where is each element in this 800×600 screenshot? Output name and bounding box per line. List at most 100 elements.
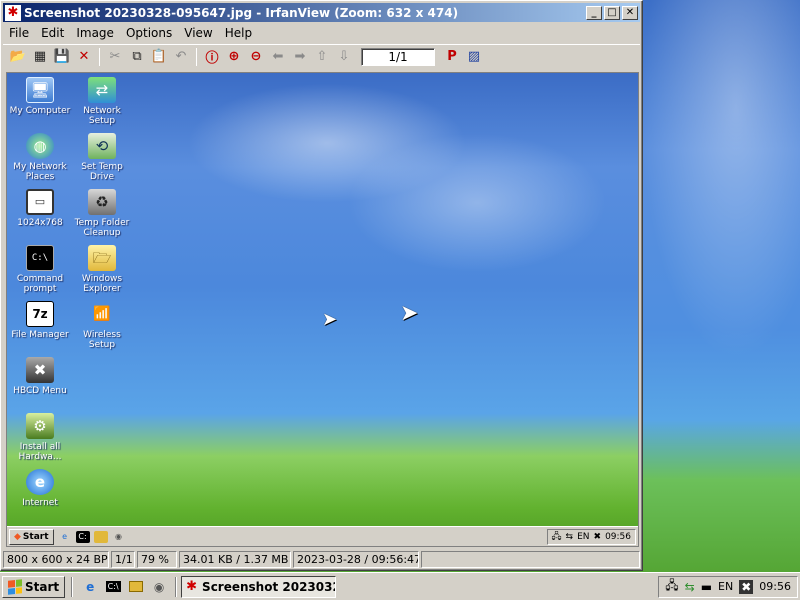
desktop-icon-network-setup[interactable]: ⇄ Network Setup <box>69 77 135 126</box>
network-setup-icon: ⇄ <box>88 77 116 103</box>
previous-icon[interactable]: ⬅ <box>267 47 289 67</box>
copy-icon[interactable]: ⧉ <box>126 47 148 67</box>
menu-image[interactable]: Image <box>70 26 120 40</box>
menu-file[interactable]: File <box>3 26 35 40</box>
menu-bar: File Edit Image Options View Help <box>3 23 640 42</box>
wallpaper-cloud <box>347 133 607 273</box>
status-page: 1/1 <box>111 550 135 568</box>
undo-icon[interactable]: ↶ <box>170 47 192 67</box>
irfanview-icon[interactable]: ✱ <box>5 4 21 21</box>
paint-icon[interactable]: ▨ <box>463 47 485 67</box>
irfanview-icon: ✱ <box>186 579 198 594</box>
desktop-icon-file-manager[interactable]: 7z File Manager <box>7 301 73 340</box>
mouse-cursor-icon: ➤ <box>400 301 419 326</box>
irfanview-window: ✱ Screenshot 20230328-095647.jpg - Irfan… <box>0 0 643 571</box>
open-folder-icon[interactable]: 📂 <box>7 47 29 67</box>
desktop-icon-wireless-setup[interactable]: 📶 Wireless Setup <box>69 301 135 350</box>
toolbar-separator <box>99 47 100 66</box>
command-prompt-icon: C:\ <box>26 245 54 271</box>
cut-icon[interactable]: ✂ <box>104 47 126 67</box>
computer-icon: 🖥 <box>26 77 54 103</box>
status-bar: 800 x 600 x 24 BPP 1/1 79 % 34.01 KB / 1… <box>3 550 640 568</box>
page-number-field[interactable]: 1/1 <box>361 47 435 66</box>
status-file-size: 34.01 KB / 1.37 MB <box>179 550 291 568</box>
last-page-icon[interactable]: ⇩ <box>333 47 355 67</box>
quicklaunch-separator <box>71 576 74 597</box>
windows-logo-icon: ◆ <box>14 531 21 542</box>
folder-icon[interactable] <box>126 577 146 597</box>
minimize-button[interactable]: _ <box>586 5 602 20</box>
install-icon: ⚙ <box>26 413 54 439</box>
desktop-icon-my-computer[interactable]: 🖥 My Computer <box>7 77 73 116</box>
next-icon[interactable]: ➡ <box>289 47 311 67</box>
zoom-in-icon[interactable]: ⊕ <box>223 47 245 67</box>
start-button[interactable]: Start <box>2 575 66 598</box>
mouse-cursor-icon: ➤ <box>322 309 338 330</box>
wireless-icon: 📶 <box>93 306 111 322</box>
desktop-icon-internet[interactable]: e Internet <box>7 469 73 508</box>
tools-icon[interactable]: ✖ <box>739 579 754 594</box>
menu-help[interactable]: Help <box>219 26 258 40</box>
desktop-icon-resolution[interactable]: ▭ 1024x768 <box>7 189 73 228</box>
ie-icon: e <box>62 532 67 541</box>
taskbar: Start e C:\ ◉ ✱ Screenshot 2023032... 🖧 … <box>0 572 800 600</box>
toolbar-separator <box>196 47 197 66</box>
drive-icon[interactable]: ◉ <box>149 577 169 597</box>
command-prompt-icon: C: <box>75 530 90 543</box>
quicklaunch-separator <box>175 576 178 597</box>
inner-start-button: ◆ Start <box>9 528 54 545</box>
windows-logo-icon <box>8 578 22 595</box>
maximize-button[interactable]: □ <box>604 5 620 20</box>
toolbar: 📂 ▦ 💾 ✕ ✂ ⧉ 📋 ↶ ⓘ ⊕ ⊖ ⬅ ➡ ⇧ ⇩ 1/1 P ▨ <box>3 44 640 68</box>
menu-options[interactable]: Options <box>120 26 178 40</box>
ie-icon: e <box>26 469 54 495</box>
tools-icon: ✖ <box>593 531 602 542</box>
save-icon[interactable]: 💾 <box>51 47 73 67</box>
slideshow-icon[interactable]: ▦ <box>29 47 51 67</box>
desktop-icon-command-prompt[interactable]: C:\ Command prompt <box>7 245 73 294</box>
status-extra <box>421 550 640 568</box>
drive-icon: ◉ <box>115 532 123 541</box>
7z-icon: 7z <box>26 301 54 327</box>
print-icon[interactable]: P <box>441 47 463 67</box>
safely-remove-icon: ⇆ <box>565 531 574 542</box>
info-icon[interactable]: ⓘ <box>201 47 223 67</box>
first-page-icon[interactable]: ⇧ <box>311 47 333 67</box>
folder-icon <box>93 530 108 543</box>
clock: 09:56 <box>605 531 631 542</box>
taskbar-irfanview-button[interactable]: ✱ Screenshot 2023032... <box>181 575 337 598</box>
image-viewport[interactable]: 🖥 My Computer ⇄ Network Setup ◍ My Netwo… <box>6 72 639 547</box>
ie-icon[interactable]: e <box>80 577 100 597</box>
drive-icon: ⟲ <box>88 133 116 159</box>
recycle-bin-icon: ♻ <box>88 189 116 215</box>
network-icon: 🖧 <box>551 531 562 542</box>
desktop-icon-network-places[interactable]: ◍ My Network Places <box>7 133 73 182</box>
desktop-wallpaper <box>640 0 800 360</box>
close-button[interactable]: ✕ <box>622 5 638 20</box>
drive-icon[interactable]: ▬ <box>701 580 712 594</box>
zoom-out-icon[interactable]: ⊖ <box>245 47 267 67</box>
delete-icon[interactable]: ✕ <box>73 47 95 67</box>
desktop-icon-set-temp-drive[interactable]: ⟲ Set Temp Drive <box>69 133 135 182</box>
command-prompt-icon[interactable]: C:\ <box>103 577 123 597</box>
paste-icon[interactable]: 📋 <box>148 47 170 67</box>
desktop-icon-temp-cleanup[interactable]: ♻ Temp Folder Cleanup <box>69 189 135 238</box>
desktop-icon-windows-explorer[interactable]: 🗁 Windows Explorer <box>69 245 135 294</box>
tools-icon: ✖ <box>26 357 54 383</box>
system-tray: 🖧 ⇆ ▬ EN ✖ 09:56 <box>658 575 798 598</box>
language-indicator[interactable]: EN <box>718 580 733 593</box>
desktop-icon-hbcd-menu[interactable]: ✖ HBCD Menu <box>7 357 73 396</box>
language-indicator: EN <box>577 531 590 542</box>
desktop-icon-install-hardware[interactable]: ⚙ Install all Hardwa... <box>7 413 73 462</box>
network-icon[interactable]: 🖧 <box>665 576 678 597</box>
monitor-icon: ▭ <box>26 189 54 215</box>
status-zoom: 79 % <box>137 550 177 568</box>
title-bar[interactable]: ✱ Screenshot 20230328-095647.jpg - Irfan… <box>3 3 640 22</box>
network-places-icon: ◍ <box>26 133 54 159</box>
menu-edit[interactable]: Edit <box>35 26 70 40</box>
safely-remove-icon[interactable]: ⇆ <box>685 580 695 594</box>
clock[interactable]: 09:56 <box>759 580 791 593</box>
window-title: Screenshot 20230328-095647.jpg - IrfanVi… <box>24 5 459 20</box>
menu-view[interactable]: View <box>178 26 218 40</box>
inner-taskbar: ◆ Start e C: ◉ 🖧 ⇆ EN ✖ 09:56 <box>7 526 638 546</box>
